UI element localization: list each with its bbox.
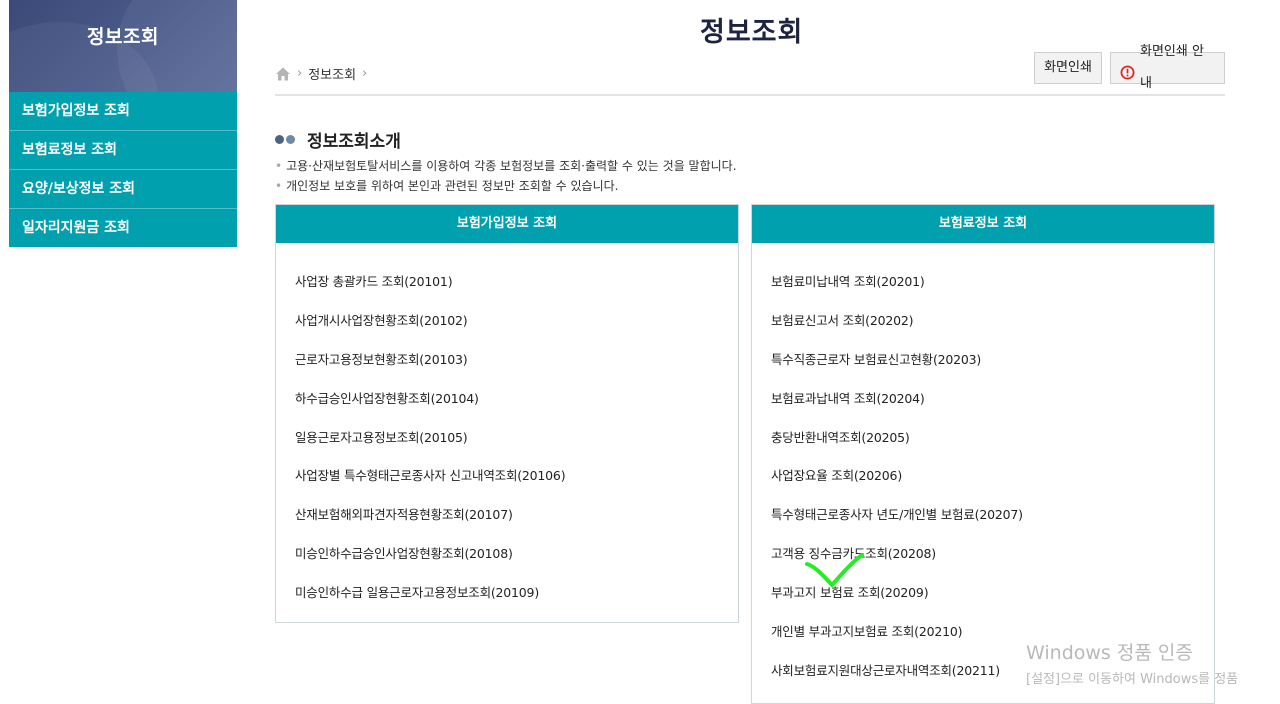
bullet-icon: • <box>275 179 283 193</box>
list-item[interactable]: 보험료과납내역 조회(20204) <box>771 380 1214 419</box>
sidebar-title: 정보조회 <box>87 26 159 48</box>
intro-line-text: 고용·산재보험토탈서비스를 이용하여 각종 보험정보를 조회·출력할 수 있는 … <box>286 159 737 173</box>
card-title: 보험료정보 조회 <box>752 205 1214 243</box>
breadcrumb-item[interactable]: 정보조회 <box>308 64 356 83</box>
list-item[interactable]: 부과고지 보험료 조회(20209) <box>771 574 1214 613</box>
intro-line-text: 개인정보 보호를 위하여 본인과 관련된 정보만 조회할 수 있습니다. <box>286 179 619 193</box>
home-icon[interactable] <box>275 66 291 82</box>
section-title-text: 정보조회소개 <box>307 132 401 152</box>
print-screen-label: 화면인쇄 <box>1044 60 1092 75</box>
bullet-dots-icon <box>275 135 297 144</box>
breadcrumb: › 정보조회 › <box>275 64 373 83</box>
intro-line: • 고용·산재보험토탈서비스를 이용하여 각종 보험정보를 조회·출력할 수 있는… <box>275 157 737 174</box>
list-item[interactable]: 사업개시사업장현황조회(20102) <box>295 302 738 341</box>
sidebar-header: 정보조회 <box>9 0 237 92</box>
list-item[interactable]: 특수형태근로종사자 년도/개인별 보험료(20207) <box>771 496 1214 535</box>
menu-list: 사업장 총괄카드 조회(20101) 사업개시사업장현황조회(20102) 근로… <box>276 243 738 613</box>
section-title: 정보조회소개 <box>275 127 401 152</box>
list-item[interactable]: 보험료신고서 조회(20202) <box>771 302 1214 341</box>
windows-activation-watermark: Windows 정품 인증 [설정]으로 이동하여 Windows를 정품 <box>1026 638 1238 687</box>
list-item[interactable]: 산재보험해외파견자적용현황조회(20107) <box>295 496 738 535</box>
chevron-right-icon: › <box>362 66 368 81</box>
card-title: 보험가입정보 조회 <box>276 205 738 243</box>
list-item[interactable]: 특수직종근로자 보험료신고현황(20203) <box>771 341 1214 380</box>
list-item[interactable]: 미승인하수급 일용근로자고용정보조회(20109) <box>295 574 738 613</box>
divider <box>275 94 1225 96</box>
menu-list: 보험료미납내역 조회(20201) 보험료신고서 조회(20202) 특수직종근… <box>752 243 1214 691</box>
sidebar: 정보조회 보험가입정보 조회 보험료정보 조회 요양/보상정보 조회 일자리지원… <box>9 0 237 247</box>
list-item[interactable]: 일용근로자고용정보조회(20105) <box>295 419 738 458</box>
list-item[interactable]: 보험료미납내역 조회(20201) <box>771 263 1214 302</box>
list-item[interactable]: 근로자고용정보현황조회(20103) <box>295 341 738 380</box>
list-item[interactable]: 하수급승인사업장현황조회(20104) <box>295 380 738 419</box>
list-item[interactable]: 충당반환내역조회(20205) <box>771 419 1214 458</box>
list-item[interactable]: 미승인하수급승인사업장현황조회(20108) <box>295 535 738 574</box>
premium-info-card: 보험료정보 조회 보험료미납내역 조회(20201) 보험료신고서 조회(202… <box>751 204 1215 704</box>
print-screen-button[interactable]: 화면인쇄 <box>1034 52 1102 84</box>
list-item[interactable]: 고객용 징수금카드조회(20208) <box>771 535 1214 574</box>
list-item[interactable]: 사업장 총괄카드 조회(20101) <box>295 263 738 302</box>
warning-circle-icon <box>1120 61 1135 79</box>
sidebar-item-insurance-enrollment[interactable]: 보험가입정보 조회 <box>9 92 237 131</box>
print-guide-button[interactable]: 화면인쇄 안내 <box>1110 44 1225 91</box>
enrollment-info-card: 보험가입정보 조회 사업장 총괄카드 조회(20101) 사업개시사업장현황조회… <box>275 204 739 623</box>
chevron-right-icon: › <box>297 66 303 81</box>
intro-line: • 개인정보 보호를 위하여 본인과 관련된 정보만 조회할 수 있습니다. <box>275 177 619 194</box>
sidebar-item-premium-info[interactable]: 보험료정보 조회 <box>9 131 237 170</box>
print-guide-label: 화면인쇄 안내 <box>1140 44 1204 91</box>
page-title: 정보조회 <box>700 17 804 48</box>
watermark-line: Windows 정품 인증 <box>1026 642 1193 664</box>
bullet-icon: • <box>275 159 283 173</box>
list-item[interactable]: 사업장요율 조회(20206) <box>771 457 1214 496</box>
list-item[interactable]: 사업장별 특수형태근로종사자 신고내역조회(20106) <box>295 457 738 496</box>
sidebar-item-job-subsidy[interactable]: 일자리지원금 조회 <box>9 209 237 247</box>
watermark-line: [설정]으로 이동하여 Windows를 정품 <box>1026 672 1239 687</box>
sidebar-item-care-compensation[interactable]: 요양/보상정보 조회 <box>9 170 237 209</box>
